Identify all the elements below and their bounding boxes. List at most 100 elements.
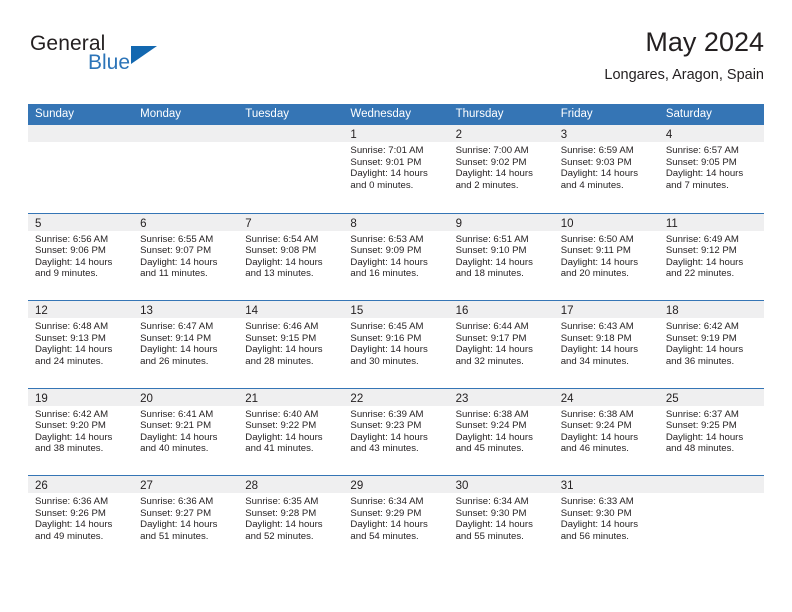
- daylight-text-line2: and 55 minutes.: [455, 530, 524, 542]
- daylight-text-line2: and 49 minutes.: [35, 530, 104, 542]
- day-number-band: 3: [553, 125, 659, 142]
- calendar-day-cell[interactable]: 13 Sunrise: 6:47 AM Sunset: 9:14 PM Dayligh…: [133, 301, 239, 388]
- day-number-band: [28, 125, 134, 142]
- day-details: Sunrise: 7:00 AM Sunset: 9:02 PM Daylight:…: [449, 142, 554, 191]
- day-details: Sunrise: 6:38 AM Sunset: 9:24 PM Daylight:…: [449, 406, 554, 455]
- day-details: Sunrise: 6:50 AM Sunset: 9:11 PM Daylight:…: [554, 231, 659, 280]
- sunset-text: Sunset: 9:23 PM: [350, 420, 422, 432]
- sunset-text: Sunset: 9:22 PM: [245, 420, 317, 432]
- calendar-day-cell[interactable]: 19 Sunrise: 6:42 AM Sunset: 9:20 PM Dayligh…: [28, 388, 134, 475]
- sunset-text: Sunset: 9:01 PM: [350, 156, 422, 168]
- calendar-day-cell[interactable]: 17 Sunrise: 6:43 AM Sunset: 9:18 PM Dayligh…: [553, 301, 659, 388]
- sunset-text: Sunset: 9:29 PM: [350, 507, 422, 519]
- calendar-day-cell[interactable]: 30 Sunrise: 6:34 AM Sunset: 9:30 PM Dayligh…: [448, 476, 554, 563]
- daylight-text-line1: Daylight: 14 hours: [560, 256, 639, 268]
- daylight-text-line1: Daylight: 14 hours: [35, 519, 113, 531]
- sunrise-text: Sunrise: 6:48 AM: [35, 321, 109, 332]
- logo-triangle-icon: [131, 46, 157, 64]
- logo-text-blue: Blue: [88, 51, 131, 74]
- daylight-text-line1: Daylight: 14 hours: [35, 256, 113, 268]
- calendar-day-cell[interactable]: 10 Sunrise: 6:50 AM Sunset: 9:11 PM Dayligh…: [553, 213, 659, 300]
- calendar-day-cell[interactable]: 5 Sunrise: 6:56 AM Sunset: 9:06 PM Daylight…: [28, 213, 134, 300]
- calendar-day-cell-empty: [658, 476, 764, 563]
- calendar-day-cell[interactable]: 1 Sunrise: 7:01 AM Sunset: 9:01 PM Daylight…: [343, 125, 449, 213]
- sunrise-text: Sunrise: 6:42 AM: [665, 321, 739, 332]
- calendar-week-row: 12 Sunrise: 6:48 AM Sunset: 9:13 PM Dayligh…: [28, 300, 764, 388]
- day-details: Sunrise: 6:37 AM Sunset: 9:25 PM Daylight:…: [659, 406, 764, 455]
- calendar-day-cell[interactable]: 31 Sunrise: 6:33 AM Sunset: 9:30 PM Dayligh…: [553, 476, 659, 563]
- calendar-day-cell[interactable]: 26 Sunrise: 6:36 AM Sunset: 9:26 PM Dayligh…: [28, 476, 134, 563]
- sunset-text: Sunset: 9:03 PM: [560, 156, 632, 168]
- day-number: 30: [455, 480, 469, 492]
- day-details: Sunrise: 6:42 AM Sunset: 9:19 PM Daylight:…: [659, 318, 764, 367]
- day-details: Sunrise: 6:45 AM Sunset: 9:16 PM Daylight:…: [343, 318, 448, 367]
- sunrise-text: Sunrise: 6:55 AM: [140, 233, 214, 245]
- calendar-day-cell[interactable]: 11 Sunrise: 6:49 AM Sunset: 9:12 PM Dayligh…: [658, 213, 764, 300]
- day-details: Sunrise: 6:36 AM Sunset: 9:27 PM Daylight:…: [133, 493, 238, 542]
- calendar-day-cell[interactable]: 24 Sunrise: 6:38 AM Sunset: 9:24 PM Dayligh…: [553, 388, 659, 475]
- day-number-band: [238, 125, 344, 142]
- daylight-text-line2: and 36 minutes.: [665, 355, 735, 367]
- calendar-day-cell[interactable]: 2 Sunrise: 7:00 AM Sunset: 9:02 PM Daylight…: [448, 125, 554, 213]
- page-header: General Blue May 2024 Longares, Aragon, …: [28, 26, 764, 98]
- calendar-day-cell[interactable]: 22 Sunrise: 6:39 AM Sunset: 9:23 PM Dayligh…: [343, 388, 449, 475]
- day-number: 3: [560, 129, 568, 141]
- day-number: 13: [140, 305, 153, 317]
- day-number-band: 30: [448, 476, 554, 493]
- day-details: Sunrise: 7:01 AM Sunset: 9:01 PM Daylight:…: [343, 142, 448, 191]
- weekday-header-row: Sunday Monday Tuesday Wednesday Thursday Frid…: [28, 104, 764, 125]
- calendar-day-cell[interactable]: 3 Sunrise: 6:59 AM Sunset: 9:03 PM Daylight…: [553, 125, 659, 213]
- sunset-text: Sunset: 9:11 PM: [560, 245, 631, 257]
- sunrise-text: Sunrise: 6:50 AM: [560, 233, 634, 245]
- calendar-day-cell[interactable]: 18 Sunrise: 6:42 AM Sunset: 9:19 PM Dayligh…: [658, 301, 764, 388]
- calendar-day-cell[interactable]: 8 Sunrise: 6:53 AM Sunset: 9:09 PM Daylight…: [343, 213, 449, 300]
- sunrise-text: Sunrise: 6:34 AM: [350, 496, 424, 507]
- day-number-band: 23: [448, 388, 554, 406]
- daylight-text-line1: Daylight: 14 hours: [350, 168, 428, 180]
- daylight-text-line2: and 11 minutes.: [140, 268, 208, 280]
- calendar-day-cell[interactable]: 7 Sunrise: 6:54 AM Sunset: 9:08 PM Daylight…: [238, 213, 344, 300]
- day-number-band: 31: [553, 476, 659, 493]
- calendar-day-cell[interactable]: 28 Sunrise: 6:35 AM Sunset: 9:28 PM Dayligh…: [238, 476, 344, 563]
- sunset-text: Sunset: 9:15 PM: [245, 332, 317, 344]
- sunset-text: Sunset: 9:18 PM: [560, 332, 632, 344]
- calendar-day-cell[interactable]: 15 Sunrise: 6:45 AM Sunset: 9:16 PM Dayligh…: [343, 301, 449, 388]
- calendar-day-cell[interactable]: 25 Sunrise: 6:37 AM Sunset: 9:25 PM Dayligh…: [658, 388, 764, 475]
- sunrise-text: Sunrise: 6:44 AM: [455, 321, 529, 332]
- sunrise-text: Sunrise: 6:54 AM: [245, 233, 319, 245]
- daylight-text-line1: Daylight: 14 hours: [560, 519, 639, 531]
- general-blue-logo[interactable]: General Blue: [28, 32, 228, 88]
- calendar-day-cell[interactable]: 20 Sunrise: 6:41 AM Sunset: 9:21 PM Dayligh…: [133, 388, 239, 475]
- calendar-grid: Sunday Monday Tuesday Wednesday Thursday Frid…: [28, 104, 764, 563]
- daylight-text-line1: Daylight: 14 hours: [245, 344, 323, 356]
- day-number: 11: [665, 217, 678, 230]
- daylight-text-line1: Daylight: 14 hours: [455, 519, 533, 531]
- calendar-day-cell[interactable]: 27 Sunrise: 6:36 AM Sunset: 9:27 PM Dayligh…: [133, 476, 239, 563]
- sunrise-text: Sunrise: 6:43 AM: [560, 321, 634, 332]
- calendar-day-cell[interactable]: 29 Sunrise: 6:34 AM Sunset: 9:29 PM Dayligh…: [343, 476, 449, 563]
- calendar-day-cell[interactable]: 23 Sunrise: 6:38 AM Sunset: 9:24 PM Dayligh…: [448, 388, 554, 475]
- daylight-text-line2: and 18 minutes.: [455, 268, 524, 280]
- daylight-text-line1: Daylight: 14 hours: [245, 431, 323, 443]
- day-details: Sunrise: 6:34 AM Sunset: 9:29 PM Daylight:…: [343, 493, 448, 542]
- daylight-text-line2: and 4 minutes.: [560, 179, 624, 191]
- calendar-day-cell[interactable]: 6 Sunrise: 6:55 AM Sunset: 9:07 PM Daylight…: [133, 213, 239, 300]
- calendar-day-cell[interactable]: 12 Sunrise: 6:48 AM Sunset: 9:13 PM Dayligh…: [28, 301, 134, 388]
- day-number: 16: [455, 305, 469, 317]
- day-number: 2: [455, 129, 462, 141]
- sunset-text: Sunset: 9:30 PM: [455, 507, 527, 519]
- sunset-text: Sunset: 9:06 PM: [35, 245, 106, 257]
- calendar-day-cell[interactable]: 21 Sunrise: 6:40 AM Sunset: 9:22 PM Dayligh…: [238, 388, 344, 475]
- calendar-day-cell[interactable]: 14 Sunrise: 6:46 AM Sunset: 9:15 PM Dayligh…: [238, 301, 344, 388]
- calendar-day-cell[interactable]: 4 Sunrise: 6:57 AM Sunset: 9:05 PM Daylight…: [658, 125, 764, 213]
- calendar-day-cell[interactable]: 9 Sunrise: 6:51 AM Sunset: 9:10 PM Daylight…: [448, 213, 554, 300]
- sunrise-text: Sunrise: 6:36 AM: [140, 496, 214, 507]
- day-details: Sunrise: 6:46 AM Sunset: 9:15 PM Daylight:…: [238, 318, 343, 367]
- sunset-text: Sunset: 9:12 PM: [665, 245, 737, 257]
- day-details: Sunrise: 6:38 AM Sunset: 9:24 PM Daylight:…: [554, 406, 659, 455]
- daylight-text-line1: Daylight: 14 hours: [455, 344, 533, 356]
- calendar-day-cell[interactable]: 16 Sunrise: 6:44 AM Sunset: 9:17 PM Dayligh…: [448, 301, 554, 388]
- day-details: Sunrise: 6:49 AM Sunset: 9:12 PM Daylight:…: [659, 231, 764, 280]
- sunrise-text: Sunrise: 6:35 AM: [245, 496, 319, 507]
- calendar-week-row: 19 Sunrise: 6:42 AM Sunset: 9:20 PM Dayligh…: [28, 387, 764, 475]
